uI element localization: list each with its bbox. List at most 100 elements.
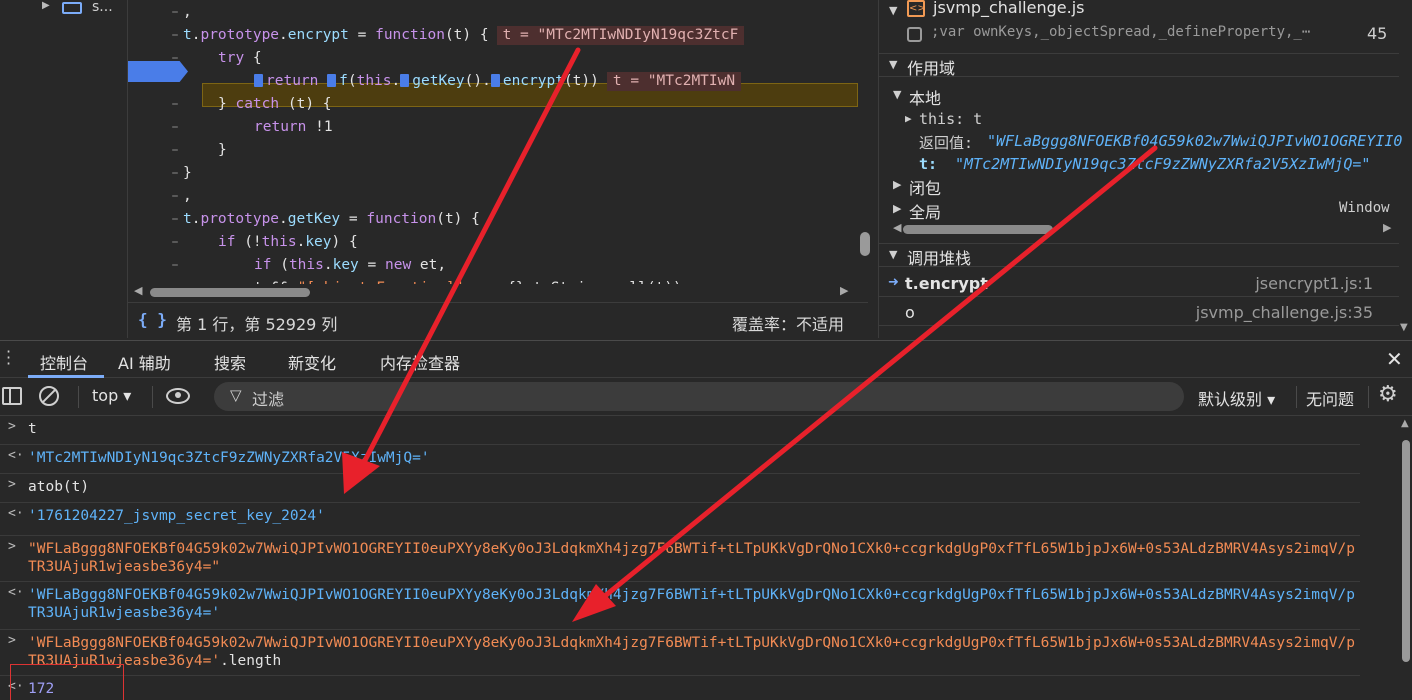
tab-1[interactable]: AI 辅助 <box>118 350 171 374</box>
gutter-marker[interactable]: – <box>128 116 200 139</box>
eye-icon[interactable] <box>166 388 190 404</box>
code-token: t <box>183 27 192 43</box>
watch-file-name: jsvmp_challenge.js <box>933 0 1085 17</box>
toolbar-divider <box>1296 386 1297 408</box>
tab-4[interactable]: 内存检查器 <box>380 350 460 374</box>
tab-2[interactable]: 搜索 <box>214 350 246 374</box>
scope-section-header[interactable]: ▼ 作用域 <box>879 53 1399 78</box>
callstack-location[interactable]: jsencrypt1.js:1 <box>1255 274 1373 293</box>
scroll-right-icon[interactable]: ▶ <box>840 284 848 297</box>
step-marker-icon[interactable] <box>400 74 410 87</box>
chevron-right-icon: ▶ <box>905 112 912 125</box>
gutter-marker[interactable]: – <box>128 254 200 277</box>
console-value: 'MTc2MTIwNDIyN19qc3ZtcF9zZWNyZXRfa2V5XzI… <box>28 450 430 466</box>
chevron-right-icon[interactable]: ▶ <box>42 0 50 11</box>
console-output[interactable]: > t <· 'MTc2MTIwNDIyN19qc3ZtcF9zZWNyZXRfa2V… <box>0 416 1400 700</box>
breakpoint-checkbox[interactable] <box>907 27 922 42</box>
scroll-left-icon[interactable]: ◀ <box>893 221 901 234</box>
code-vertical-scrollbar[interactable] <box>860 232 870 256</box>
console-value: '1761204227_jsvmp_secret_key_2024' <box>28 508 325 524</box>
scope-t-row[interactable]: t: "MTc2MTIwNDIyN19qc3ZtcF9zZWNyZXRfa2V5… <box>879 153 1412 175</box>
code-editor[interactable]: ––––––––––––– ,t.prototype.encrypt = fun… <box>128 0 858 300</box>
scrollbar-thumb[interactable] <box>150 288 310 297</box>
toolbar-divider <box>152 386 153 408</box>
console-entry: <· 172 <box>0 676 1360 700</box>
code-token: return <box>266 73 319 89</box>
code-token: ( <box>347 73 357 89</box>
code-token: catch <box>235 96 280 112</box>
scroll-down-icon[interactable]: ▼ <box>1400 322 1412 338</box>
tab-0[interactable]: 控制台 <box>40 350 88 374</box>
toolbar-divider <box>78 386 79 408</box>
close-icon[interactable]: ✕ <box>1386 347 1403 371</box>
scope-closure-row[interactable]: ▶ 闭包 <box>879 174 1412 198</box>
console-entry: <· 'WFLaBggg8NFOEKBf04G59k02w7WwiQJPIvWO1… <box>0 582 1360 630</box>
sidebar-toggle-icon[interactable] <box>2 387 22 405</box>
pretty-print-icon[interactable]: { } <box>138 310 167 329</box>
code-token: getKey <box>412 73 465 89</box>
debugger-sidebar: ▼ <> jsvmp_challenge.js ;var ownKeys,_ob… <box>878 0 1412 338</box>
scroll-right-icon[interactable]: ▶ <box>1383 221 1391 234</box>
scope-global-value: Window <box>1339 200 1390 216</box>
context-selector[interactable]: top ▾ <box>92 386 131 405</box>
scrollbar-thumb[interactable] <box>903 225 1053 234</box>
code-token: (). <box>464 73 491 89</box>
scrollbar-thumb[interactable] <box>1402 440 1410 662</box>
filter-icon: ▽ <box>230 386 242 404</box>
tree-item[interactable]: ▶ s... <box>0 0 128 20</box>
scope-local-row[interactable]: ▼ 本地 <box>879 84 1412 108</box>
tab-3[interactable]: 新变化 <box>288 350 336 374</box>
step-marker-icon[interactable] <box>490 74 500 87</box>
step-marker-icon[interactable] <box>254 74 263 87</box>
scope-this-row[interactable]: ▶ this: t <box>879 108 1412 130</box>
inline-value: t = "MTc2MTIwN <box>606 72 742 91</box>
code-token: (t) { <box>436 211 480 227</box>
code-horizontal-scrollbar[interactable]: ◀ ▶ <box>128 284 858 300</box>
code-line: if (this.key = new et, <box>254 254 446 277</box>
scroll-left-icon[interactable]: ◀ <box>134 284 142 297</box>
log-levels-dropdown[interactable]: 默认级别 ▾ <box>1198 386 1275 410</box>
input-prompt-icon: > <box>8 419 16 434</box>
callstack-location[interactable]: jsvmp_challenge.js:35 <box>1196 303 1373 322</box>
callstack-frame[interactable]: o jsvmp_challenge.js:35 <box>879 302 1399 326</box>
code-token: } <box>218 142 227 158</box>
gutter-marker[interactable]: – <box>128 231 200 254</box>
scope-horizontal-scrollbar[interactable]: ◀ ▶ <box>893 221 1393 237</box>
clear-console-icon[interactable] <box>39 386 59 406</box>
console-entry: > "WFLaBggg8NFOEKBf04G59k02w7WwiQJPIvWO1O… <box>0 536 1360 582</box>
scroll-up-icon[interactable]: ▲ <box>1401 418 1409 429</box>
editor-status-bar: { } 第 1 行，第 52929 列 覆盖率：不适用 <box>128 302 868 338</box>
gear-icon[interactable]: ⚙ <box>1378 382 1398 407</box>
gutter-marker[interactable]: – <box>128 139 200 162</box>
console-entry: > atob(t) <box>0 474 1360 503</box>
console-vertical-scrollbar[interactable]: ▲ <box>1400 416 1412 700</box>
breakpoint-marker[interactable] <box>128 61 188 82</box>
folder-icon <box>62 2 82 14</box>
console-text: t <box>28 420 1358 438</box>
console-text: 'MTc2MTIwNDIyN19qc3ZtcF9zZWNyZXRfa2V5XzI… <box>28 449 1358 467</box>
step-marker-icon[interactable] <box>327 74 337 87</box>
code-token: if <box>254 257 272 273</box>
scope-global-row[interactable]: ▶ 全局 Window <box>879 198 1412 222</box>
scope-return-row[interactable]: 返回值: "WFLaBggg8NFOEKBf04G59k02w7WwiQJPIv… <box>879 130 1412 152</box>
code-line: t.prototype.encrypt = function(t) {t = "… <box>183 24 745 47</box>
scope-closure-label: 闭包 <box>909 179 942 198</box>
code-token: = <box>358 257 385 273</box>
callstack-frame[interactable]: ➜ t.encrypt jsencrypt1.js:1 <box>879 273 1399 297</box>
console-value: 'WFLaBggg8NFOEKBf04G59k02w7WwiQJPIvWO1OG… <box>28 587 1355 621</box>
code-token: = <box>348 27 376 43</box>
callstack-function: t.encrypt <box>905 274 988 293</box>
code-token: } <box>218 96 236 112</box>
console-text: atob(t) <box>28 478 1358 496</box>
more-vertical-icon[interactable]: · · · <box>6 344 14 372</box>
chevron-down-icon[interactable]: ▼ <box>889 4 897 17</box>
issues-button[interactable]: 无问题 <box>1306 386 1354 410</box>
code-token: encrypt <box>287 27 349 43</box>
callstack-section-header[interactable]: ▼ 调用堆栈 <box>879 243 1399 268</box>
filter-input[interactable]: ▽ 过滤 <box>214 382 1184 411</box>
console-suffix: .length <box>220 653 282 669</box>
watch-file-row[interactable]: ▼ <> jsvmp_challenge.js <box>879 0 1412 22</box>
gutter-marker[interactable]: – <box>128 93 200 116</box>
code-token: function <box>375 27 445 43</box>
